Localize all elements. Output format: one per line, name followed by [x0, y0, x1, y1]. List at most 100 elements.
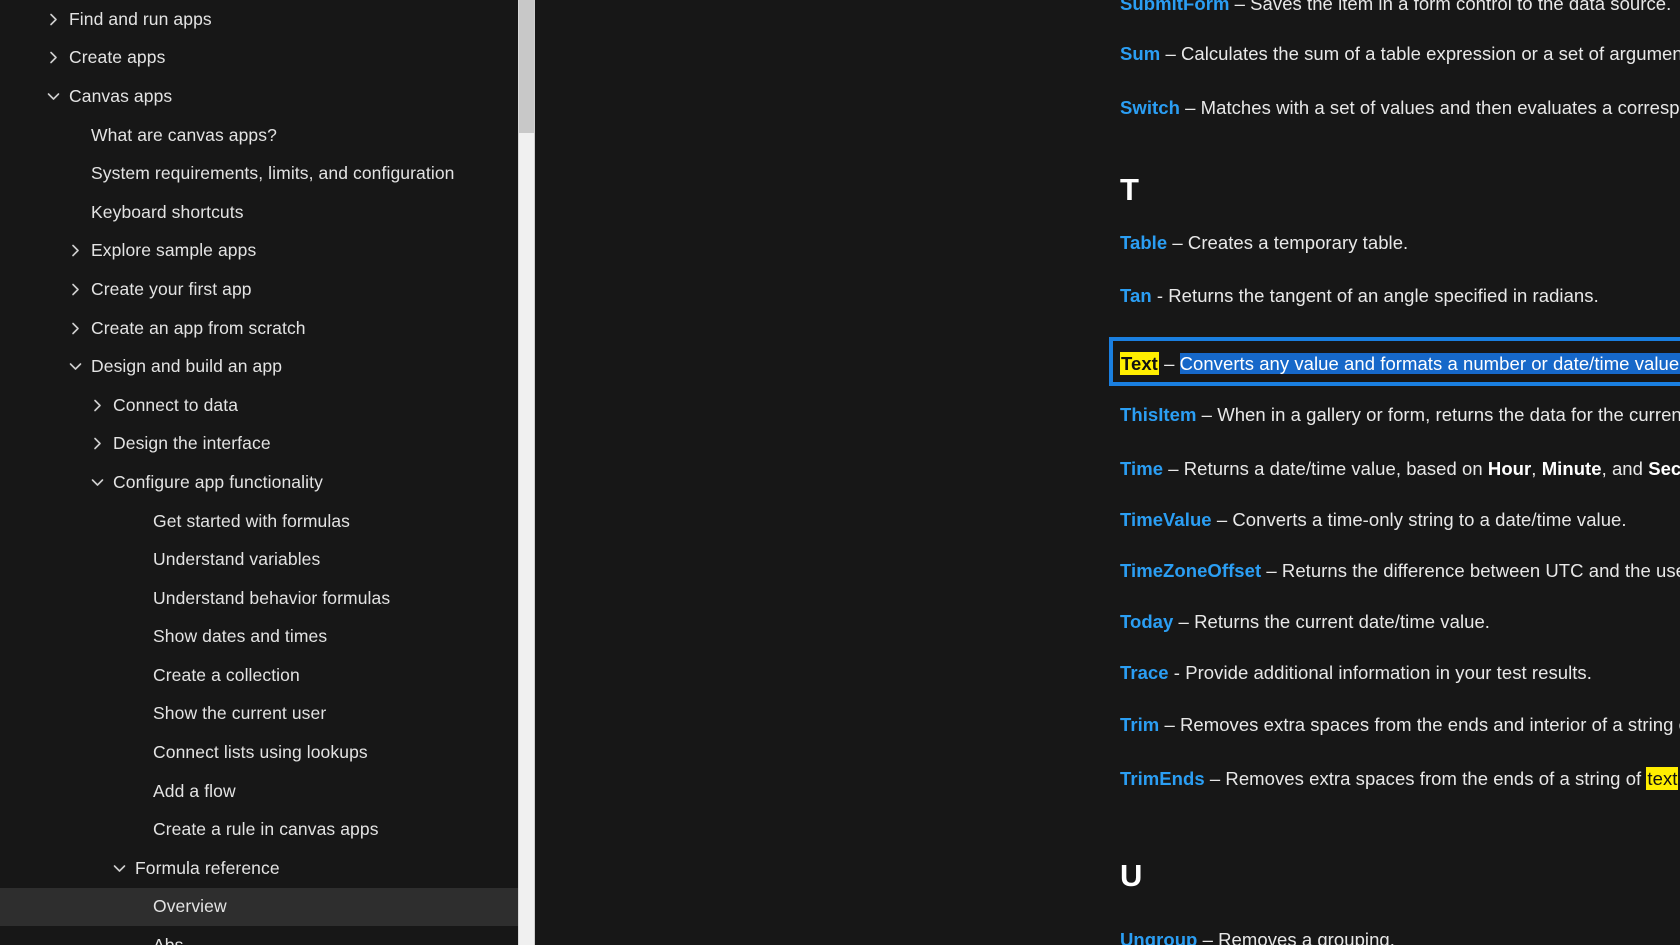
function-dash: –	[1196, 404, 1218, 425]
section-heading-u: U	[1120, 858, 1143, 893]
sidebar-item-label: Canvas apps	[69, 85, 173, 106]
function-name: Ungroup	[1120, 929, 1198, 945]
sidebar-item-show-the-current-user[interactable]: Show the current user	[0, 695, 518, 734]
sidebar-item-explore-sample-apps[interactable]: Explore sample apps	[0, 232, 518, 271]
function-dash: -	[1151, 285, 1169, 306]
function-entry-text-selected[interactable]: Text – Converts any value and formats a …	[1120, 352, 1680, 377]
function-entry[interactable]: Switch – Matches with a set of values an…	[1120, 96, 1680, 121]
sidebar-item-connect-to-data[interactable]: Connect to data	[0, 386, 518, 425]
function-description: When in a gallery or form, returns the d…	[1217, 404, 1680, 425]
function-name: Sum	[1120, 43, 1161, 64]
function-name: SubmitForm	[1120, 0, 1230, 14]
chevron-right-icon[interactable]	[66, 283, 84, 296]
function-dash: –	[1197, 929, 1219, 945]
function-entry[interactable]: Table – Creates a temporary table.	[1120, 231, 1408, 256]
chevron-down-icon[interactable]	[66, 362, 84, 371]
function-dash: –	[1211, 509, 1233, 530]
function-dash: –	[1159, 714, 1180, 735]
sidebar-scrollbar[interactable]	[518, 0, 535, 945]
function-entry[interactable]: Today – Returns the current date/time va…	[1120, 610, 1490, 635]
function-dash: –	[1167, 232, 1188, 253]
function-entry[interactable]: TimeValue – Converts a time-only string …	[1120, 508, 1627, 533]
sidebar-item-create-a-rule-in-canvas-apps[interactable]: Create a rule in canvas apps	[0, 810, 518, 849]
function-entry[interactable]: ThisItem – When in a gallery or form, re…	[1120, 403, 1680, 428]
function-entry[interactable]: Sum – Calculates the sum of a table expr…	[1120, 42, 1680, 67]
sidebar-item-system-requirements-limits-and-configuration[interactable]: System requirements, limits, and configu…	[0, 154, 518, 193]
sidebar-item-show-dates-and-times[interactable]: Show dates and times	[0, 618, 518, 657]
function-entry[interactable]: Ungroup – Removes a grouping.	[1120, 928, 1395, 945]
sidebar-item-get-started-with-formulas[interactable]: Get started with formulas	[0, 502, 518, 541]
chevron-down-icon[interactable]	[44, 92, 62, 101]
chevron-down-icon[interactable]	[110, 864, 128, 873]
chevron-right-icon[interactable]	[88, 399, 106, 412]
function-dash: -	[1168, 662, 1186, 683]
chevron-right-icon[interactable]	[66, 244, 84, 257]
sidebar-item-label: Understand variables	[153, 549, 321, 570]
function-entry[interactable]: SubmitForm – Saves the item in a form co…	[1120, 0, 1671, 17]
sidebar-item-configure-app-functionality[interactable]: Configure app functionality	[0, 463, 518, 502]
sidebar-item-overview[interactable]: Overview	[0, 887, 518, 927]
sidebar-item-understand-variables[interactable]: Understand variables	[0, 540, 518, 579]
sidebar-item-label: What are canvas apps?	[91, 124, 277, 145]
sidebar-item-what-are-canvas-apps[interactable]: What are canvas apps?	[0, 116, 518, 155]
sidebar-item-label: Keyboard shortcuts	[91, 201, 244, 222]
chevron-right-icon[interactable]	[88, 437, 106, 450]
function-dash: –	[1173, 611, 1195, 632]
sidebar-item-label: Create a rule in canvas apps	[153, 819, 379, 840]
function-entry[interactable]: TimeZoneOffset – Returns the difference …	[1120, 559, 1680, 584]
sidebar-item-formula-reference[interactable]: Formula reference	[0, 849, 518, 888]
function-description: Returns the tangent of an angle specifie…	[1168, 285, 1599, 306]
function-entry[interactable]: Tan - Returns the tangent of an angle sp…	[1120, 284, 1599, 309]
section-heading-t: T	[1120, 172, 1140, 207]
sidebar-item-label: Abs	[146, 935, 183, 945]
function-entry-time[interactable]: Time – Returns a date/time value, based …	[1120, 457, 1680, 482]
sidebar-item-create-a-collection[interactable]: Create a collection	[0, 656, 518, 695]
sidebar-item-abs[interactable]: Abs	[0, 926, 518, 945]
chevron-right-icon[interactable]	[44, 51, 62, 64]
function-entry[interactable]: Trace - Provide additional information i…	[1120, 661, 1592, 686]
sidebar-item-create-apps[interactable]: Create apps	[0, 39, 518, 78]
sidebar-item-label: Show dates and times	[153, 626, 328, 647]
chevron-right-icon[interactable]	[44, 13, 62, 26]
sidebar-item-connect-lists-using-lookups[interactable]: Connect lists using lookups	[0, 733, 518, 772]
highlighted-term: text	[1646, 767, 1679, 790]
function-dash: –	[1179, 97, 1201, 118]
function-name: Text	[1120, 352, 1159, 375]
function-dash: –	[1261, 560, 1282, 581]
function-entry-trim[interactable]: Trim – Removes extra spaces from the end…	[1120, 713, 1680, 738]
sidebar-item-canvas-apps[interactable]: Canvas apps	[0, 77, 518, 116]
sidebar-item-label: Get started with formulas	[153, 510, 351, 531]
sidebar-navigation[interactable]: Find and run apps Create apps Canvas apps W…	[0, 0, 518, 945]
sidebar-item-design-and-build-an-app[interactable]: Design and build an app	[0, 347, 518, 386]
sidebar-item-label: Create an app from scratch	[91, 317, 306, 338]
sidebar-item-add-a-flow[interactable]: Add a flow	[0, 772, 518, 811]
sidebar-item-label: Understand behavior formulas	[153, 587, 391, 608]
arg-second: Second	[1648, 458, 1680, 479]
function-entry-trimends[interactable]: TrimEnds – Removes extra spaces from the…	[1120, 767, 1680, 792]
sidebar-item-label: Explore sample apps	[91, 240, 257, 261]
function-dash: –	[1158, 353, 1180, 374]
function-name: Trace	[1120, 662, 1169, 683]
sidebar-item-create-an-app-from-scratch[interactable]: Create an app from scratch	[0, 309, 518, 348]
function-dash: –	[1163, 458, 1184, 479]
function-description: Returns the difference between UTC and t…	[1281, 560, 1680, 581]
sidebar-item-label: Overview	[153, 896, 227, 917]
function-description: Converts a time-only string to a date/ti…	[1232, 509, 1627, 530]
sidebar-item-create-your-first-app[interactable]: Create your first app	[0, 270, 518, 309]
chevron-right-icon[interactable]	[66, 322, 84, 335]
scrollbar-thumb[interactable]	[519, 0, 534, 133]
function-name: Trim	[1120, 714, 1160, 735]
sidebar-item-keyboard-shortcuts[interactable]: Keyboard shortcuts	[0, 193, 518, 232]
sidebar-item-label: Show the current user	[153, 703, 327, 724]
chevron-down-icon[interactable]	[88, 478, 106, 487]
sidebar-item-understand-behavior-formulas[interactable]: Understand behavior formulas	[0, 579, 518, 618]
function-description-p2: ,	[1531, 458, 1542, 479]
arg-hour: Hour	[1487, 458, 1532, 479]
sidebar-item-find-and-run-apps[interactable]: Find and run apps	[0, 0, 518, 39]
sidebar-item-design-the-interface[interactable]: Design the interface	[0, 425, 518, 464]
sidebar-item-label: Configure app functionality	[113, 471, 323, 492]
arg-minute: Minute	[1541, 458, 1602, 479]
function-name: Switch	[1120, 97, 1180, 118]
sidebar-item-label: Find and run apps	[69, 8, 212, 29]
sidebar-item-label: Formula reference	[135, 857, 280, 878]
